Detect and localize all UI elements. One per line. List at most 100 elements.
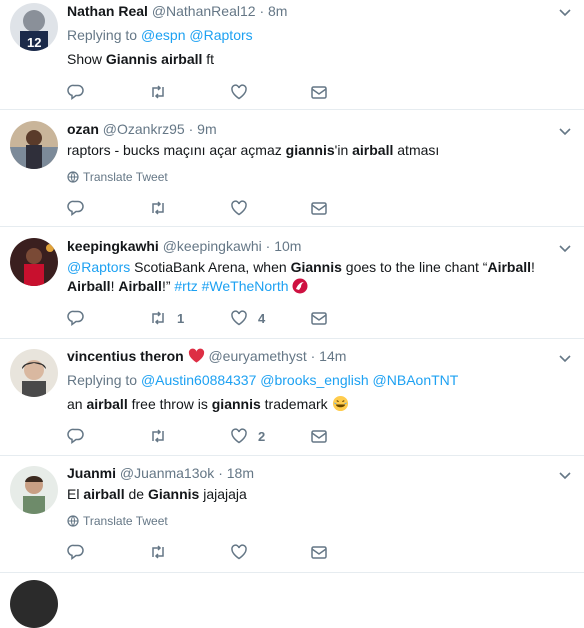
chevron-down-icon[interactable] xyxy=(558,5,572,19)
like-count: 4 xyxy=(258,310,266,326)
like-button[interactable]: 4 xyxy=(230,308,265,328)
author-handle[interactable]: @Ozankrz95 xyxy=(103,121,185,137)
reply-button[interactable] xyxy=(67,82,85,102)
avatar[interactable]: 12 xyxy=(10,3,58,51)
text-part: an xyxy=(67,396,87,412)
retweet-button[interactable] xyxy=(149,426,177,446)
heart-icon xyxy=(231,428,247,444)
author-handle[interactable]: @keepingkawhi xyxy=(163,238,262,254)
mention-link[interactable]: @Raptors xyxy=(67,259,130,275)
author-name[interactable]: ozan xyxy=(67,121,99,137)
heart-icon xyxy=(231,544,247,560)
laughing-emoji-icon xyxy=(332,395,349,412)
text-part-bold: airball xyxy=(352,142,394,158)
separator-dot: · xyxy=(310,348,316,364)
tweet-header: keepingkawhi @keepingkawhi · 10m xyxy=(67,237,301,255)
like-button[interactable] xyxy=(230,82,258,102)
retweet-button[interactable]: 1 xyxy=(149,308,184,328)
tweet-actions xyxy=(67,542,367,564)
author-name[interactable]: Juanmi xyxy=(67,465,116,481)
tweet-header: Nathan Real @NathanReal12 · 8m xyxy=(67,2,287,20)
like-button[interactable]: 2 xyxy=(230,426,265,446)
chevron-down-icon[interactable] xyxy=(558,241,572,255)
tweet-2[interactable]: ozan @Ozankrz95 · 9m raptors - bucks maç… xyxy=(0,110,584,227)
reply-icon xyxy=(67,544,84,560)
mention-link[interactable]: @brooks_english xyxy=(260,372,368,388)
next-tweet-avatar[interactable] xyxy=(10,580,58,628)
tweet-5[interactable]: Juanmi @Juanma13ok · 18m El airball de G… xyxy=(0,456,584,573)
retweet-icon xyxy=(152,429,164,443)
chevron-down-icon[interactable] xyxy=(558,468,572,482)
message-button[interactable] xyxy=(310,308,328,328)
tweet-text: El airball de Giannis jajajaja xyxy=(67,484,247,504)
timestamp[interactable]: 10m xyxy=(274,238,301,254)
replying-to: Replying to @espn @Raptors xyxy=(67,25,253,45)
reply-button[interactable] xyxy=(67,542,85,562)
timestamp[interactable]: 14m xyxy=(319,348,346,364)
replying-to: Replying to @Austin60884337 @brooks_engl… xyxy=(67,370,458,390)
tweet-text: an airball free throw is giannis tradema… xyxy=(67,394,349,414)
author-handle[interactable]: @NathanReal12 xyxy=(152,3,256,19)
like-button[interactable] xyxy=(230,198,258,218)
avatar[interactable] xyxy=(10,466,58,514)
translate-tweet-link[interactable]: Translate Tweet xyxy=(67,169,168,185)
reply-button[interactable] xyxy=(67,308,85,328)
tweet-header: vincentius theron @euryamethyst · 14m xyxy=(67,347,346,365)
replying-label: Replying to xyxy=(67,27,138,43)
tweet-3[interactable]: keepingkawhi @keepingkawhi · 10m @Raptor… xyxy=(0,227,584,339)
retweet-button[interactable] xyxy=(149,542,177,562)
envelope-icon xyxy=(311,202,327,215)
translate-tweet-link[interactable]: Translate Tweet xyxy=(67,513,168,529)
timestamp[interactable]: 9m xyxy=(197,121,216,137)
retweet-button[interactable] xyxy=(149,82,177,102)
reply-button[interactable] xyxy=(67,426,85,446)
tweet-actions: 2 xyxy=(67,426,367,448)
separator-dot: · xyxy=(265,238,271,254)
text-part: !” xyxy=(161,278,175,294)
avatar[interactable] xyxy=(10,349,58,397)
tweet-text: Show Giannis airball ft xyxy=(67,49,214,69)
avatar[interactable] xyxy=(10,121,58,169)
mention-link[interactable]: @Austin60884337 xyxy=(141,372,256,388)
text-part-bold: Airball xyxy=(487,259,532,275)
author-handle[interactable]: @Juanma13ok xyxy=(120,465,214,481)
tweet-text-line-2: Airball! Airball!” #rtz #WeTheNorth xyxy=(67,276,308,296)
author-name[interactable]: vincentius theron xyxy=(67,348,184,364)
message-button[interactable] xyxy=(310,82,328,102)
tweet-actions xyxy=(67,82,367,104)
tweet-actions: 1 4 xyxy=(67,308,367,330)
mention-link[interactable]: @Raptors xyxy=(189,27,252,43)
text-part-bold: Giannis xyxy=(147,486,200,502)
mention-link[interactable]: @NBAonTNT xyxy=(373,372,459,388)
like-count: 2 xyxy=(258,428,266,444)
tweet-4[interactable]: vincentius theron @euryamethyst · 14m Re… xyxy=(0,339,584,456)
reply-icon xyxy=(67,84,84,100)
tweet-header: ozan @Ozankrz95 · 9m xyxy=(67,120,217,138)
chevron-down-icon[interactable] xyxy=(558,124,572,138)
reply-button[interactable] xyxy=(67,198,85,218)
avatar[interactable] xyxy=(10,238,58,286)
timestamp[interactable]: 8m xyxy=(268,3,287,19)
author-name[interactable]: Nathan Real xyxy=(67,3,148,19)
hashtag-link[interactable]: #WeTheNorth xyxy=(202,278,289,294)
raptors-logo-icon xyxy=(292,278,308,294)
timestamp[interactable]: 18m xyxy=(227,465,254,481)
text-part: atması xyxy=(393,142,440,158)
chevron-down-icon[interactable] xyxy=(558,351,572,365)
retweet-button[interactable] xyxy=(149,198,177,218)
mention-link[interactable]: @espn xyxy=(141,27,186,43)
retweet-icon xyxy=(152,311,164,325)
tweet-1[interactable]: 12 Nathan Real @NathanReal12 · 8m Replyi… xyxy=(0,0,584,110)
text-part: ScotiaBank Arena, when xyxy=(130,259,291,275)
message-button[interactable] xyxy=(310,426,328,446)
envelope-icon xyxy=(311,430,327,443)
text-part-bold: Giannis xyxy=(290,259,342,275)
message-button[interactable] xyxy=(310,198,328,218)
translate-label: Translate Tweet xyxy=(83,170,168,184)
message-button[interactable] xyxy=(310,542,328,562)
author-handle[interactable]: @euryamethyst xyxy=(208,348,306,364)
hashtag-link[interactable]: #rtz xyxy=(174,278,197,294)
author-name[interactable]: keepingkawhi xyxy=(67,238,159,254)
like-button[interactable] xyxy=(230,542,258,562)
retweet-icon xyxy=(152,201,164,215)
